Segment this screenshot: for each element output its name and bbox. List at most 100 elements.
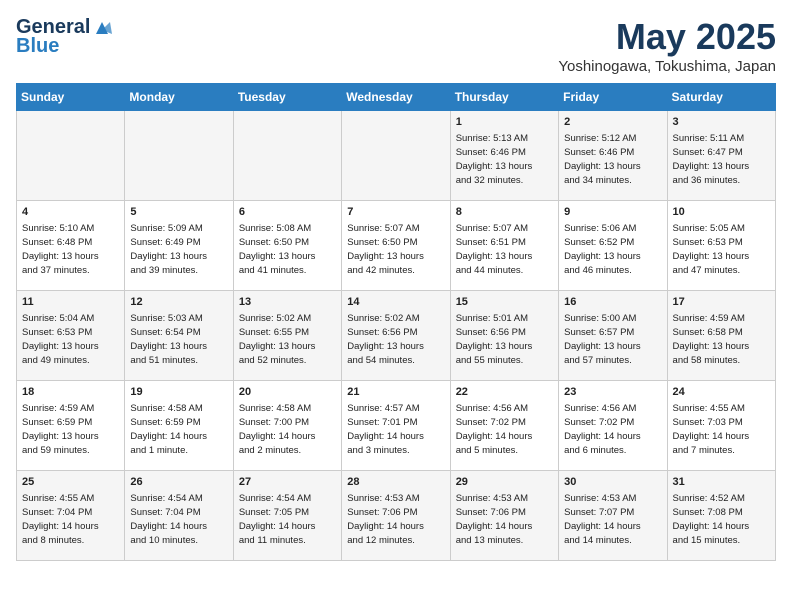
day-info: Sunrise: 5:02 AM Sunset: 6:56 PM Dayligh… bbox=[347, 312, 444, 367]
weekday-header-monday: Monday bbox=[125, 84, 233, 111]
day-number: 2 bbox=[564, 115, 661, 130]
calendar-week-5: 25 Sunrise: 4:55 AM Sunset: 7:04 PM Dayli… bbox=[17, 471, 776, 561]
calendar-cell: 27Sunrise: 4:54 AM Sunset: 7:05 PM Dayli… bbox=[233, 471, 341, 561]
calendar-cell: 12 Sunrise: 5:03 AM Sunset: 6:54 PM Dayli… bbox=[125, 291, 233, 381]
weekday-header-sunday: Sunday bbox=[17, 84, 125, 111]
day-info: Sunrise: 4:57 AM Sunset: 7:01 PM Dayligh… bbox=[347, 402, 444, 457]
calendar-cell: 8 Sunrise: 5:07 AM Sunset: 6:51 PM Daylig… bbox=[450, 201, 558, 291]
calendar-week-3: 11 Sunrise: 5:04 AM Sunset: 6:53 PM Dayli… bbox=[17, 291, 776, 381]
weekday-header-tuesday: Tuesday bbox=[233, 84, 341, 111]
calendar-cell: 24Sunrise: 4:55 AM Sunset: 7:03 PM Dayli… bbox=[667, 381, 775, 471]
day-number: 26 bbox=[130, 475, 227, 490]
day-info: Sunrise: 4:56 AM Sunset: 7:02 PM Dayligh… bbox=[564, 402, 661, 457]
calendar-cell: 5 Sunrise: 5:09 AM Sunset: 6:49 PM Daylig… bbox=[125, 201, 233, 291]
day-number: 9 bbox=[564, 205, 661, 220]
day-info: Sunrise: 4:53 AM Sunset: 7:07 PM Dayligh… bbox=[564, 492, 661, 547]
day-number: 30 bbox=[564, 475, 661, 490]
day-info: Sunrise: 4:59 AM Sunset: 6:59 PM Dayligh… bbox=[22, 402, 119, 457]
day-info: Sunrise: 5:08 AM Sunset: 6:50 PM Dayligh… bbox=[239, 222, 336, 277]
calendar-cell: 28Sunrise: 4:53 AM Sunset: 7:06 PM Dayli… bbox=[342, 471, 450, 561]
calendar-cell: 19Sunrise: 4:58 AM Sunset: 6:59 PM Dayli… bbox=[125, 381, 233, 471]
calendar-cell: 25 Sunrise: 4:55 AM Sunset: 7:04 PM Dayli… bbox=[17, 471, 125, 561]
day-number: 3 bbox=[673, 115, 770, 130]
day-number: 6 bbox=[239, 205, 336, 220]
day-info: Sunrise: 5:05 AM Sunset: 6:53 PM Dayligh… bbox=[673, 222, 770, 277]
calendar-cell: 9Sunrise: 5:06 AM Sunset: 6:52 PM Daylig… bbox=[559, 201, 667, 291]
calendar-cell bbox=[17, 111, 125, 201]
day-number: 1 bbox=[456, 115, 553, 130]
calendar-cell: 20 Sunrise: 4:58 AM Sunset: 7:00 PM Dayli… bbox=[233, 381, 341, 471]
day-info: Sunrise: 5:00 AM Sunset: 6:57 PM Dayligh… bbox=[564, 312, 661, 367]
calendar-cell: 17 Sunrise: 4:59 AM Sunset: 6:58 PM Dayli… bbox=[667, 291, 775, 381]
day-info: Sunrise: 5:09 AM Sunset: 6:49 PM Dayligh… bbox=[130, 222, 227, 277]
calendar-cell bbox=[233, 111, 341, 201]
day-number: 13 bbox=[239, 295, 336, 310]
day-number: 10 bbox=[673, 205, 770, 220]
day-info: Sunrise: 5:02 AM Sunset: 6:55 PM Dayligh… bbox=[239, 312, 336, 367]
day-info: Sunrise: 4:56 AM Sunset: 7:02 PM Dayligh… bbox=[456, 402, 553, 457]
calendar-cell: 29Sunrise: 4:53 AM Sunset: 7:06 PM Dayli… bbox=[450, 471, 558, 561]
day-number: 14 bbox=[347, 295, 444, 310]
calendar-cell: 31Sunrise: 4:52 AM Sunset: 7:08 PM Dayli… bbox=[667, 471, 775, 561]
day-number: 12 bbox=[130, 295, 227, 310]
day-info: Sunrise: 5:07 AM Sunset: 6:51 PM Dayligh… bbox=[456, 222, 553, 277]
calendar-cell: 15 Sunrise: 5:01 AM Sunset: 6:56 PM Dayli… bbox=[450, 291, 558, 381]
calendar-cell: 23 Sunrise: 4:56 AM Sunset: 7:02 PM Dayli… bbox=[559, 381, 667, 471]
logo: General Blue bbox=[16, 16, 114, 58]
day-number: 18 bbox=[22, 385, 119, 400]
calendar-header-row: SundayMondayTuesdayWednesdayThursdayFrid… bbox=[17, 84, 776, 111]
day-info: Sunrise: 4:52 AM Sunset: 7:08 PM Dayligh… bbox=[673, 492, 770, 547]
calendar-cell: 22 Sunrise: 4:56 AM Sunset: 7:02 PM Dayli… bbox=[450, 381, 558, 471]
day-number: 4 bbox=[22, 205, 119, 220]
calendar-cell: 16 Sunrise: 5:00 AM Sunset: 6:57 PM Dayli… bbox=[559, 291, 667, 381]
weekday-header-thursday: Thursday bbox=[450, 84, 558, 111]
calendar-cell: 1 Sunrise: 5:13 AM Sunset: 6:46 PM Daylig… bbox=[450, 111, 558, 201]
day-info: Sunrise: 5:07 AM Sunset: 6:50 PM Dayligh… bbox=[347, 222, 444, 277]
calendar-cell bbox=[125, 111, 233, 201]
weekday-header-wednesday: Wednesday bbox=[342, 84, 450, 111]
calendar-week-1: 1 Sunrise: 5:13 AM Sunset: 6:46 PM Daylig… bbox=[17, 111, 776, 201]
day-info: Sunrise: 5:04 AM Sunset: 6:53 PM Dayligh… bbox=[22, 312, 119, 367]
day-number: 15 bbox=[456, 295, 553, 310]
month-title: May 2025 bbox=[558, 16, 776, 58]
day-number: 16 bbox=[564, 295, 661, 310]
logo-icon bbox=[92, 20, 114, 36]
calendar-table: SundayMondayTuesdayWednesdayThursdayFrid… bbox=[16, 83, 776, 561]
day-info: Sunrise: 4:58 AM Sunset: 7:00 PM Dayligh… bbox=[239, 402, 336, 457]
calendar-cell: 18 Sunrise: 4:59 AM Sunset: 6:59 PM Dayli… bbox=[17, 381, 125, 471]
day-number: 21 bbox=[347, 385, 444, 400]
calendar-cell bbox=[342, 111, 450, 201]
day-number: 29 bbox=[456, 475, 553, 490]
day-info: Sunrise: 5:01 AM Sunset: 6:56 PM Dayligh… bbox=[456, 312, 553, 367]
day-number: 24 bbox=[673, 385, 770, 400]
calendar-cell: 14 Sunrise: 5:02 AM Sunset: 6:56 PM Dayli… bbox=[342, 291, 450, 381]
calendar-week-2: 4 Sunrise: 5:10 AM Sunset: 6:48 PM Daylig… bbox=[17, 201, 776, 291]
calendar-cell: 26Sunrise: 4:54 AM Sunset: 7:04 PM Dayli… bbox=[125, 471, 233, 561]
calendar-cell: 3Sunrise: 5:11 AM Sunset: 6:47 PM Daylig… bbox=[667, 111, 775, 201]
location-title: Yoshinogawa, Tokushima, Japan bbox=[558, 58, 776, 75]
day-info: Sunrise: 4:53 AM Sunset: 7:06 PM Dayligh… bbox=[347, 492, 444, 547]
day-info: Sunrise: 5:13 AM Sunset: 6:46 PM Dayligh… bbox=[456, 132, 553, 187]
calendar-cell: 11 Sunrise: 5:04 AM Sunset: 6:53 PM Dayli… bbox=[17, 291, 125, 381]
day-number: 22 bbox=[456, 385, 553, 400]
day-info: Sunrise: 4:59 AM Sunset: 6:58 PM Dayligh… bbox=[673, 312, 770, 367]
day-number: 25 bbox=[22, 475, 119, 490]
calendar-cell: 10 Sunrise: 5:05 AM Sunset: 6:53 PM Dayli… bbox=[667, 201, 775, 291]
weekday-header-saturday: Saturday bbox=[667, 84, 775, 111]
day-number: 8 bbox=[456, 205, 553, 220]
calendar-cell: 21 Sunrise: 4:57 AM Sunset: 7:01 PM Dayli… bbox=[342, 381, 450, 471]
day-number: 11 bbox=[22, 295, 119, 310]
day-info: Sunrise: 5:03 AM Sunset: 6:54 PM Dayligh… bbox=[130, 312, 227, 367]
day-number: 5 bbox=[130, 205, 227, 220]
day-info: Sunrise: 4:58 AM Sunset: 6:59 PM Dayligh… bbox=[130, 402, 227, 457]
day-info: Sunrise: 4:55 AM Sunset: 7:04 PM Dayligh… bbox=[22, 492, 119, 547]
day-number: 20 bbox=[239, 385, 336, 400]
calendar-title-block: May 2025 Yoshinogawa, Tokushima, Japan bbox=[558, 16, 776, 75]
day-number: 23 bbox=[564, 385, 661, 400]
calendar-cell: 2 Sunrise: 5:12 AM Sunset: 6:46 PM Daylig… bbox=[559, 111, 667, 201]
day-info: Sunrise: 4:54 AM Sunset: 7:05 PM Dayligh… bbox=[239, 492, 336, 547]
page-header: General Blue May 2025 Yoshinogawa, Tokus… bbox=[16, 16, 776, 75]
day-info: Sunrise: 5:10 AM Sunset: 6:48 PM Dayligh… bbox=[22, 222, 119, 277]
day-number: 17 bbox=[673, 295, 770, 310]
day-info: Sunrise: 5:12 AM Sunset: 6:46 PM Dayligh… bbox=[564, 132, 661, 187]
